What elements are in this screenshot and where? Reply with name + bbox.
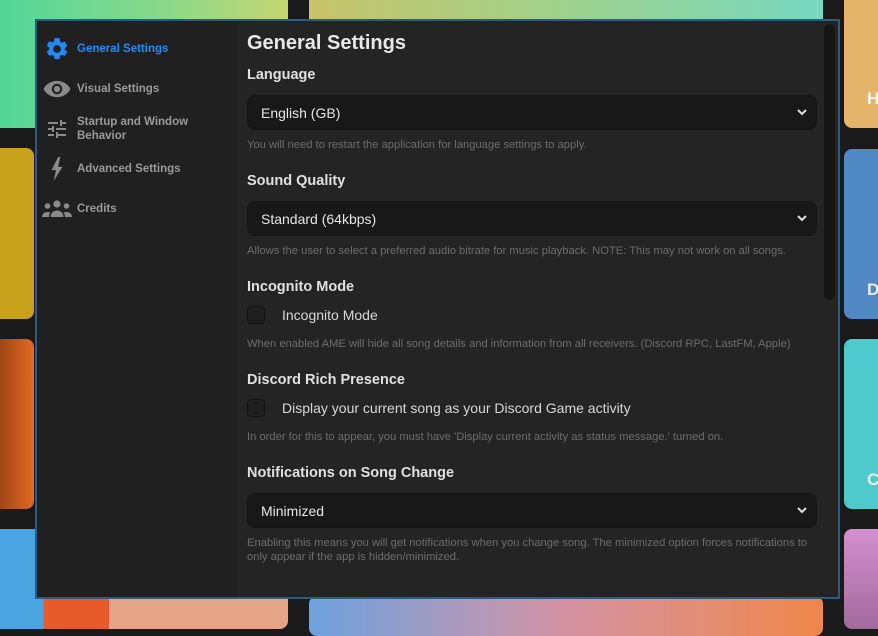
background-tile-c[interactable]: C [844,339,878,509]
notifications-select[interactable]: Minimized [247,493,817,528]
setting-discord-rich-presence: Discord Rich Presence Display your curre… [247,371,817,444]
setting-title: Sound Quality [247,173,346,189]
setting-language: Language English (GB) You will need to r… [247,66,817,152]
background-tile-gradient[interactable] [309,596,823,636]
select-value: Standard (64kbps) [261,210,377,227]
setting-description: In order for this to appear, you must ha… [247,431,724,443]
background-tile-purple[interactable] [844,529,878,629]
chevron-down-icon [797,109,807,116]
discord-rpc-checkbox[interactable] [247,399,265,417]
sidebar-item-advanced-settings[interactable]: Advanced Settings [37,149,237,189]
setting-title: Notifications on Song Change [247,465,455,481]
gear-icon [41,33,73,65]
settings-modal: General Settings Visual Settings Startup… [35,19,840,599]
setting-title: Language [247,67,316,83]
sliders-icon [41,113,73,145]
sidebar-item-label: Credits [77,203,117,215]
people-icon [41,193,73,225]
tile-letter: D [867,280,878,299]
scrollbar-thumb[interactable] [824,24,835,300]
select-value: Minimized [261,502,325,519]
background-tile-orange[interactable] [0,339,34,509]
background-tile-h[interactable]: H [844,0,878,128]
checkbox-label[interactable]: Incognito Mode [282,307,378,323]
sidebar-item-credits[interactable]: Credits [37,189,237,229]
page-title: General Settings [247,32,406,54]
sidebar-item-general-settings[interactable]: General Settings [37,29,237,69]
setting-sound-quality: Sound Quality Standard (64kbps) Allows t… [247,172,817,258]
settings-content: General Settings Language English (GB) Y… [237,21,838,597]
lightning-icon [41,153,73,185]
tile-letter: C [867,470,878,489]
select-value: English (GB) [261,104,341,121]
checkbox-label[interactable]: Display your current song as your Discor… [282,400,631,416]
eye-icon [41,73,73,105]
sidebar-item-label: Visual Settings [77,83,160,95]
tile-letter: H [867,89,878,108]
setting-title: Incognito Mode [247,279,355,295]
sidebar-item-visual-settings[interactable]: Visual Settings [37,69,237,109]
scrollbar-track[interactable] [824,21,837,597]
sidebar-item-label: General Settings [77,43,169,55]
chevron-down-icon [797,507,807,514]
setting-description: Enabling this means you will get notific… [247,537,808,563]
sidebar-item-label: Startup and Window Behavior [77,116,189,142]
setting-description: When enabled AME will hide all song deta… [247,338,791,350]
settings-sidebar: General Settings Visual Settings Startup… [37,21,237,597]
sidebar-item-label: Advanced Settings [77,163,181,175]
background-tile-d[interactable]: D [844,149,878,319]
setting-incognito-mode: Incognito Mode Incognito Mode When enabl… [247,278,817,351]
sound-quality-select[interactable]: Standard (64kbps) [247,201,817,236]
incognito-mode-checkbox[interactable] [247,306,265,324]
setting-description: You will need to restart the application… [247,139,587,151]
chevron-down-icon [797,215,807,222]
setting-title: Discord Rich Presence [247,372,405,388]
language-select[interactable]: English (GB) [247,95,817,130]
discord-checkbox-row[interactable]: Display your current song as your Discor… [247,398,817,418]
background-tile-yellow[interactable] [0,148,34,319]
setting-description: Allows the user to select a preferred au… [247,245,786,257]
setting-notifications-song-change: Notifications on Song Change Minimized E… [247,464,817,564]
sidebar-item-startup-window-behavior[interactable]: Startup and Window Behavior [37,109,237,149]
incognito-checkbox-row[interactable]: Incognito Mode [247,305,817,325]
